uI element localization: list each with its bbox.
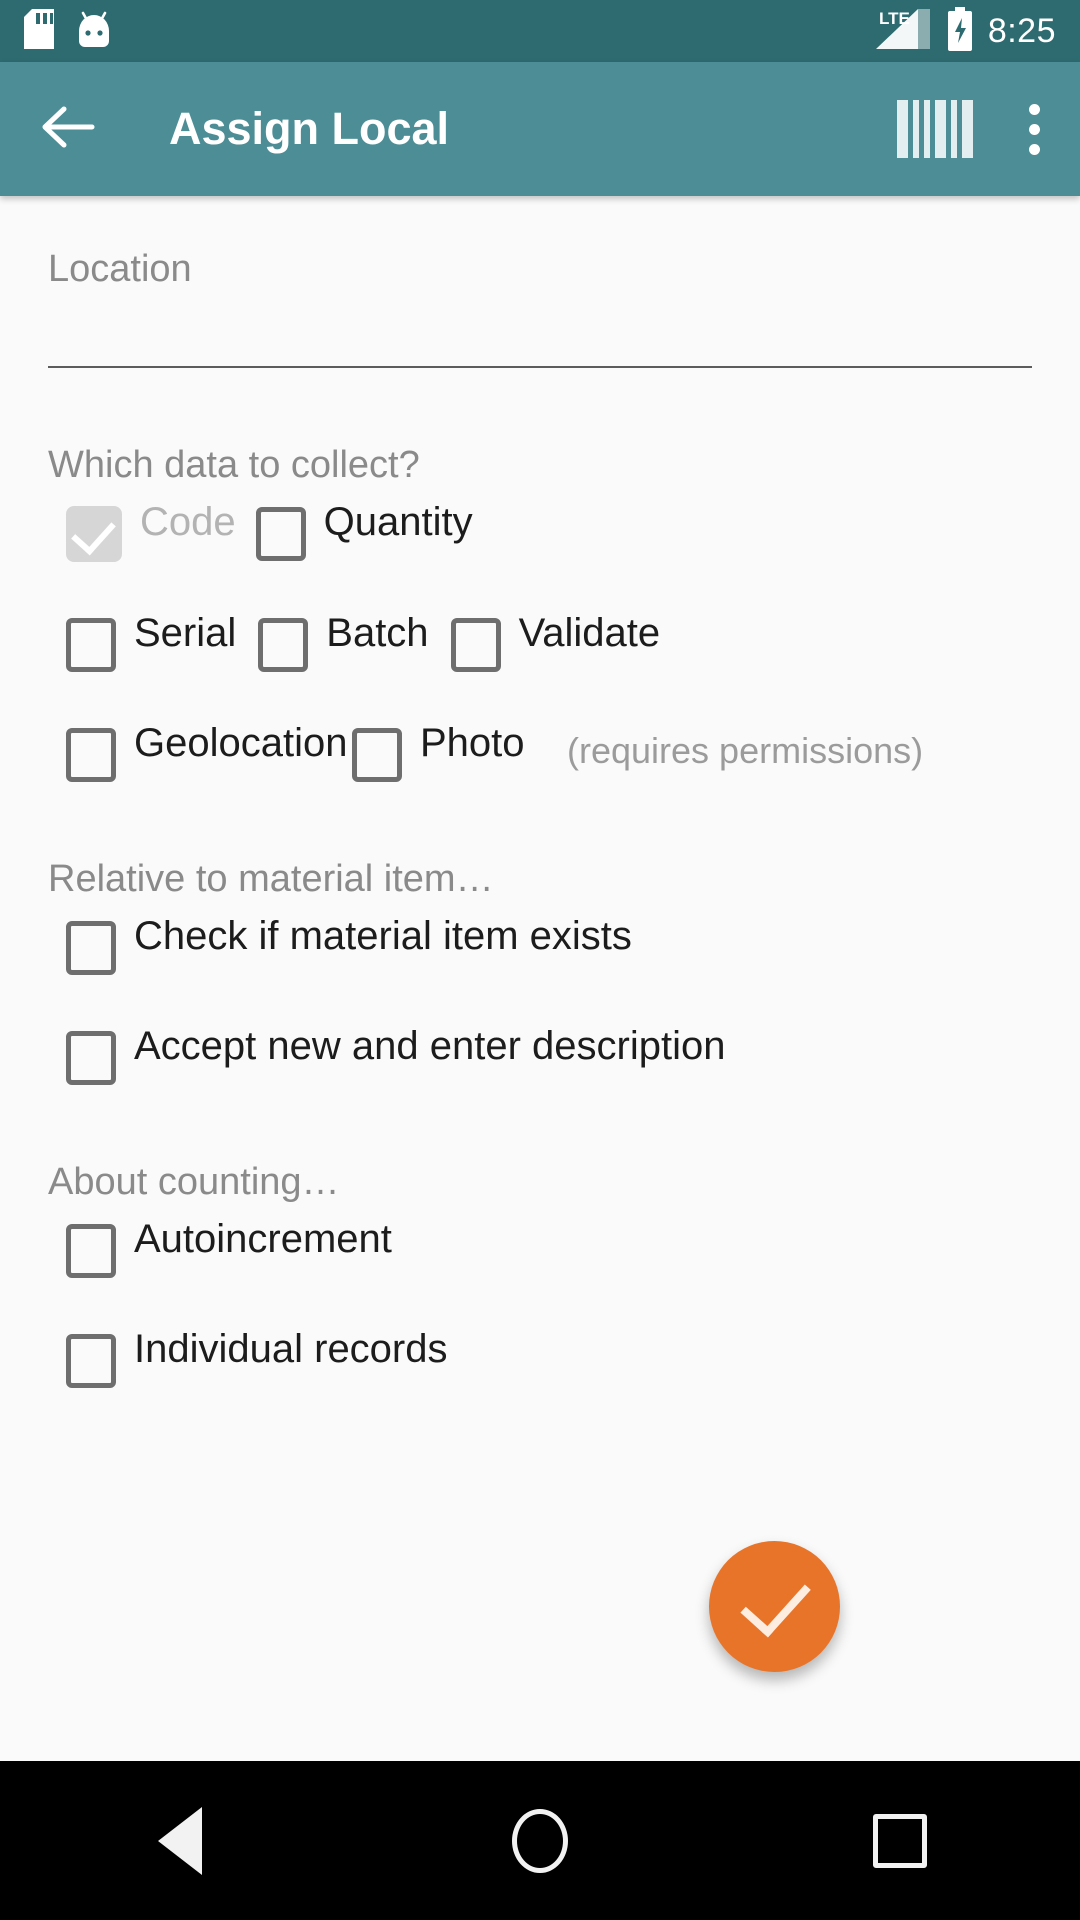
checkbox-geolocation-label: Geolocation <box>134 721 348 765</box>
checkbox-individual-records[interactable]: Individual records <box>66 1327 448 1388</box>
form-content: Location Which data to collect? Code Qua… <box>0 196 1080 1761</box>
status-bar-right-icons: LTE 8:25 <box>874 6 1056 56</box>
checkbox-geolocation-box[interactable] <box>66 728 116 782</box>
android-screen: LTE 8:25 Assign Local Location Which dat… <box>0 0 1080 1920</box>
collect-section-title: Which data to collect? <box>48 444 420 486</box>
back-arrow-icon[interactable] <box>40 104 96 155</box>
recents-square-icon <box>873 1813 927 1868</box>
checkbox-serial[interactable]: Serial <box>66 611 237 672</box>
checkbox-code-label: Code <box>140 500 236 544</box>
nav-home-button[interactable] <box>440 1761 640 1920</box>
checkbox-batch-box[interactable] <box>258 618 309 672</box>
app-bar-actions <box>897 100 1040 158</box>
nav-back-button[interactable] <box>80 1761 280 1920</box>
checkbox-batch[interactable]: Batch <box>258 611 429 672</box>
checkbox-accept-new-label: Accept new and enter description <box>134 1024 726 1068</box>
checkbox-quantity-box[interactable] <box>255 507 306 561</box>
system-navigation-bar <box>0 1761 1080 1920</box>
checkbox-validate-box[interactable] <box>450 618 501 672</box>
checkbox-accept-new-box[interactable] <box>66 1031 116 1085</box>
checkbox-code: Code <box>66 500 236 562</box>
collect-row-2: Serial Batch Validate <box>48 611 1032 672</box>
checkbox-serial-label: Serial <box>134 611 237 655</box>
clock: 8:25 <box>987 11 1056 50</box>
checkbox-photo-box[interactable] <box>352 728 402 782</box>
battery-charging-icon <box>946 6 974 56</box>
checkbox-validate[interactable]: Validate <box>450 611 661 672</box>
checkbox-autoincrement[interactable]: Autoincrement <box>66 1217 392 1278</box>
location-field-group: Location <box>48 196 1032 368</box>
collect-row-3: Geolocation Photo (requires permissions) <box>48 721 1032 782</box>
counting-section-title: About counting… <box>48 1161 340 1203</box>
checkbox-autoincrement-label: Autoincrement <box>134 1217 392 1261</box>
checkbox-validate-label: Validate <box>518 611 661 655</box>
checkbox-geolocation[interactable]: Geolocation <box>66 721 348 782</box>
counting-row-1: Autoincrement <box>48 1217 1032 1278</box>
material-row-1: Check if material item exists <box>48 914 1032 975</box>
sd-card-icon <box>24 8 54 54</box>
checkbox-photo[interactable]: Photo <box>352 721 525 782</box>
barcode-icon[interactable] <box>897 100 973 158</box>
checkbox-autoincrement-box[interactable] <box>66 1224 116 1278</box>
signal-icon: LTE <box>874 7 932 56</box>
checkbox-check-material-exists[interactable]: Check if material item exists <box>66 914 632 975</box>
checkbox-check-material-exists-label: Check if material item exists <box>134 914 632 958</box>
checkbox-batch-label: Batch <box>326 611 429 655</box>
app-bar: Assign Local <box>0 62 1080 196</box>
checkbox-accept-new[interactable]: Accept new and enter description <box>66 1024 726 1085</box>
material-section-title: Relative to material item… <box>48 858 494 900</box>
status-bar: LTE 8:25 <box>0 0 1080 62</box>
counting-row-2: Individual records <box>48 1327 1032 1388</box>
checkbox-individual-records-box[interactable] <box>66 1334 116 1388</box>
collect-row-1: Code Quantity <box>48 500 1032 562</box>
permissions-note: (requires permissions) <box>567 730 924 771</box>
back-triangle-icon <box>158 1806 202 1875</box>
checkbox-quantity-label: Quantity <box>323 500 473 544</box>
status-bar-left-icons <box>24 8 112 54</box>
page-title: Assign Local <box>169 103 450 154</box>
checkbox-check-material-exists-box[interactable] <box>66 921 116 975</box>
home-circle-icon <box>512 1808 568 1873</box>
nav-recents-button[interactable] <box>800 1761 1000 1920</box>
android-head-icon <box>76 9 112 54</box>
checkbox-code-box <box>66 506 122 562</box>
overflow-menu-icon[interactable] <box>1029 103 1040 155</box>
confirm-fab[interactable] <box>709 1541 840 1672</box>
checkbox-quantity[interactable]: Quantity <box>255 500 473 561</box>
material-row-2: Accept new and enter description <box>48 1024 1032 1085</box>
checkbox-serial-box[interactable] <box>66 618 116 672</box>
location-input[interactable] <box>48 366 1032 368</box>
checkbox-photo-label: Photo <box>420 721 525 765</box>
location-field-label: Location <box>48 248 192 290</box>
checkbox-individual-records-label: Individual records <box>134 1327 448 1371</box>
